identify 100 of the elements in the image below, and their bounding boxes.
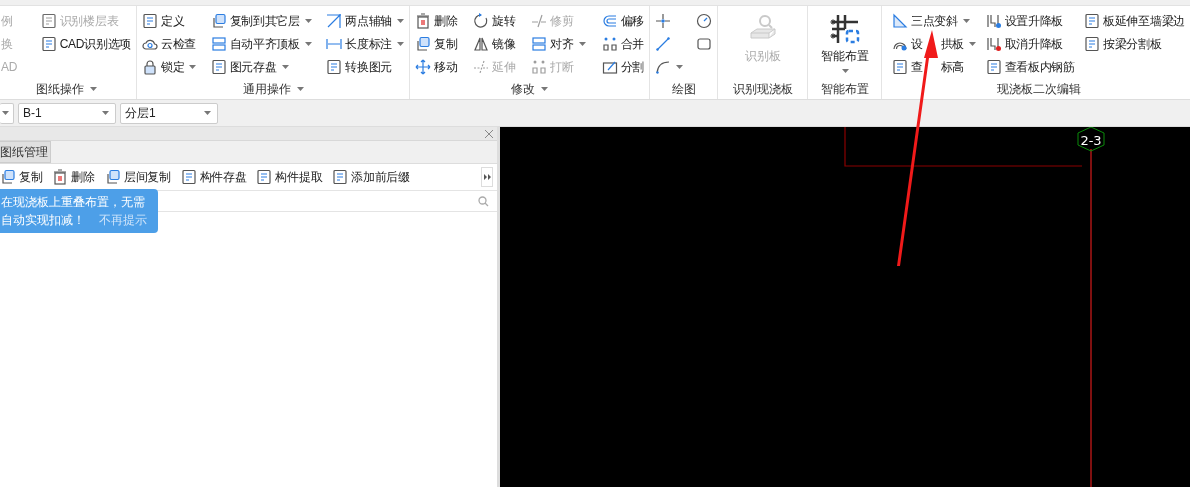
caret-icon <box>296 87 304 91</box>
panel-tab[interactable]: 图纸管理 <box>0 141 51 163</box>
caret-icon <box>204 111 211 115</box>
caret-icon <box>281 65 289 69</box>
merge-icon <box>601 36 618 52</box>
group-label: 智能布置 <box>819 80 870 98</box>
trash-icon <box>415 13 431 29</box>
caret-icon <box>842 69 849 73</box>
tool-button[interactable]: 按梁分割板 <box>1083 34 1186 54</box>
toolbar-button[interactable]: 构件存盘 <box>180 167 247 187</box>
tool-button[interactable]: 图元存盘 <box>209 57 313 77</box>
dimension-icon <box>326 36 343 52</box>
tool-button[interactable]: 转换图元 <box>325 57 405 77</box>
tool-button[interactable]: 查看板内钢筋 <box>984 57 1076 77</box>
caret-icon <box>578 42 586 46</box>
caret-icon <box>189 65 197 69</box>
toolbar-button[interactable]: 层间复制 <box>104 167 171 187</box>
caret-icon <box>2 111 9 115</box>
caret-icon <box>397 42 404 46</box>
toolbar-button[interactable]: 添加前后缀 <box>332 167 410 187</box>
tool-button[interactable]: 自动平齐顶板 <box>209 34 313 54</box>
toolbar-button[interactable]: 构件提取 <box>256 167 323 187</box>
group-label: 识别现浇板 <box>731 80 794 98</box>
caret-icon <box>304 42 312 46</box>
copy-icon <box>415 36 431 52</box>
align-icon <box>531 36 548 52</box>
step-cancel-icon <box>985 36 1002 52</box>
step-icon <box>985 13 1002 29</box>
ribbon-big-button[interactable]: 智能布置 <box>812 6 877 79</box>
tool-button[interactable]: 锁定 <box>141 57 198 77</box>
more-button[interactable] <box>481 167 493 187</box>
double-arrow-icon <box>483 174 491 180</box>
rectangle-icon <box>696 36 712 52</box>
line-icon <box>655 36 671 52</box>
grid-layout-icon <box>829 14 860 44</box>
dropdown-field[interactable]: 分层1 <box>120 102 218 124</box>
tool-button[interactable]: 定义 <box>141 11 198 31</box>
axis-line-icon <box>326 13 343 29</box>
tool-button[interactable]: 合并 <box>600 34 645 54</box>
tool-button[interactable]: CAD识别选项 <box>39 34 132 54</box>
caret-icon <box>89 87 97 91</box>
tool-button[interactable]: 查 标高 <box>891 57 978 77</box>
group-label: 绘图 <box>670 80 697 98</box>
toolbar-button[interactable]: 复制 <box>0 167 43 187</box>
extend-icon <box>473 59 490 75</box>
tool-button[interactable]: 移动 <box>414 57 459 77</box>
edit-document-icon <box>142 13 158 29</box>
mirror-icon <box>473 36 490 52</box>
move-icon <box>415 59 431 75</box>
tool-button[interactable]: 偏移 <box>600 11 645 31</box>
tool-button[interactable]: 镜像 <box>472 34 517 54</box>
caret-icon <box>304 19 312 23</box>
group-label[interactable]: 修改 <box>414 79 645 99</box>
tool-button[interactable]: 设 拱板 <box>891 34 978 54</box>
trash-icon <box>52 169 69 185</box>
caret-icon <box>541 87 548 91</box>
caret-icon <box>676 65 683 69</box>
tool-button[interactable]: 分割 <box>600 57 645 77</box>
tool-button[interactable]: 复制到其它层 <box>209 11 313 31</box>
offset-icon <box>601 13 618 29</box>
trim-icon <box>531 13 548 29</box>
lock-icon <box>142 59 158 75</box>
layers-copy-icon <box>104 169 121 185</box>
axis-marker <box>1077 127 1105 152</box>
search-icon <box>478 195 489 207</box>
crosshair-point-icon <box>655 13 671 29</box>
tool-button[interactable]: 删除 <box>414 11 459 31</box>
group-label[interactable]: 图纸操作 <box>0 79 132 99</box>
caret-icon <box>962 19 970 23</box>
toolbar-button[interactable]: 删除 <box>52 167 95 187</box>
tool-button[interactable]: 云检查 <box>141 34 198 54</box>
tool-button[interactable] <box>695 11 713 31</box>
arc-icon <box>655 59 671 75</box>
tool-button[interactable]: 板延伸至墙梁边 <box>1083 11 1186 31</box>
text-lines-icon <box>332 169 349 185</box>
group-label: 现浇板二次编辑 <box>995 80 1082 98</box>
tool-button[interactable]: 对齐 <box>530 34 587 54</box>
caret-icon <box>969 42 977 46</box>
tool-button[interactable]: 三点变斜 <box>891 11 978 31</box>
hint-tooltip: 在现浇板上重叠布置，无需自动实现扣减！ 不再提示 <box>0 189 158 233</box>
break-icon <box>531 59 548 75</box>
tool-button[interactable]: 复制 <box>414 34 459 54</box>
circle-icon <box>696 13 712 29</box>
copy-icon <box>210 13 227 29</box>
tool-button[interactable]: 旋转 <box>472 11 517 31</box>
caret-icon <box>397 19 404 23</box>
group-label[interactable]: 通用操作 <box>141 79 405 99</box>
align-top-icon <box>210 36 227 52</box>
dropdown-field[interactable] <box>0 102 14 124</box>
tool-button[interactable]: 取消升降板 <box>984 34 1076 54</box>
copy-icon <box>0 169 16 185</box>
axis-label: 2-3 <box>1080 133 1102 148</box>
tool-button[interactable]: 设置升降板 <box>984 11 1076 31</box>
dropdown-field[interactable]: B-1 <box>18 102 116 124</box>
triangle-corner-icon <box>892 13 908 29</box>
split-icon <box>601 59 618 75</box>
tool-button[interactable]: 两点辅轴 <box>325 11 405 31</box>
tool-button[interactable]: 长度标注 <box>325 34 405 54</box>
close-icon[interactable] <box>485 129 493 138</box>
caret-icon <box>102 111 109 115</box>
